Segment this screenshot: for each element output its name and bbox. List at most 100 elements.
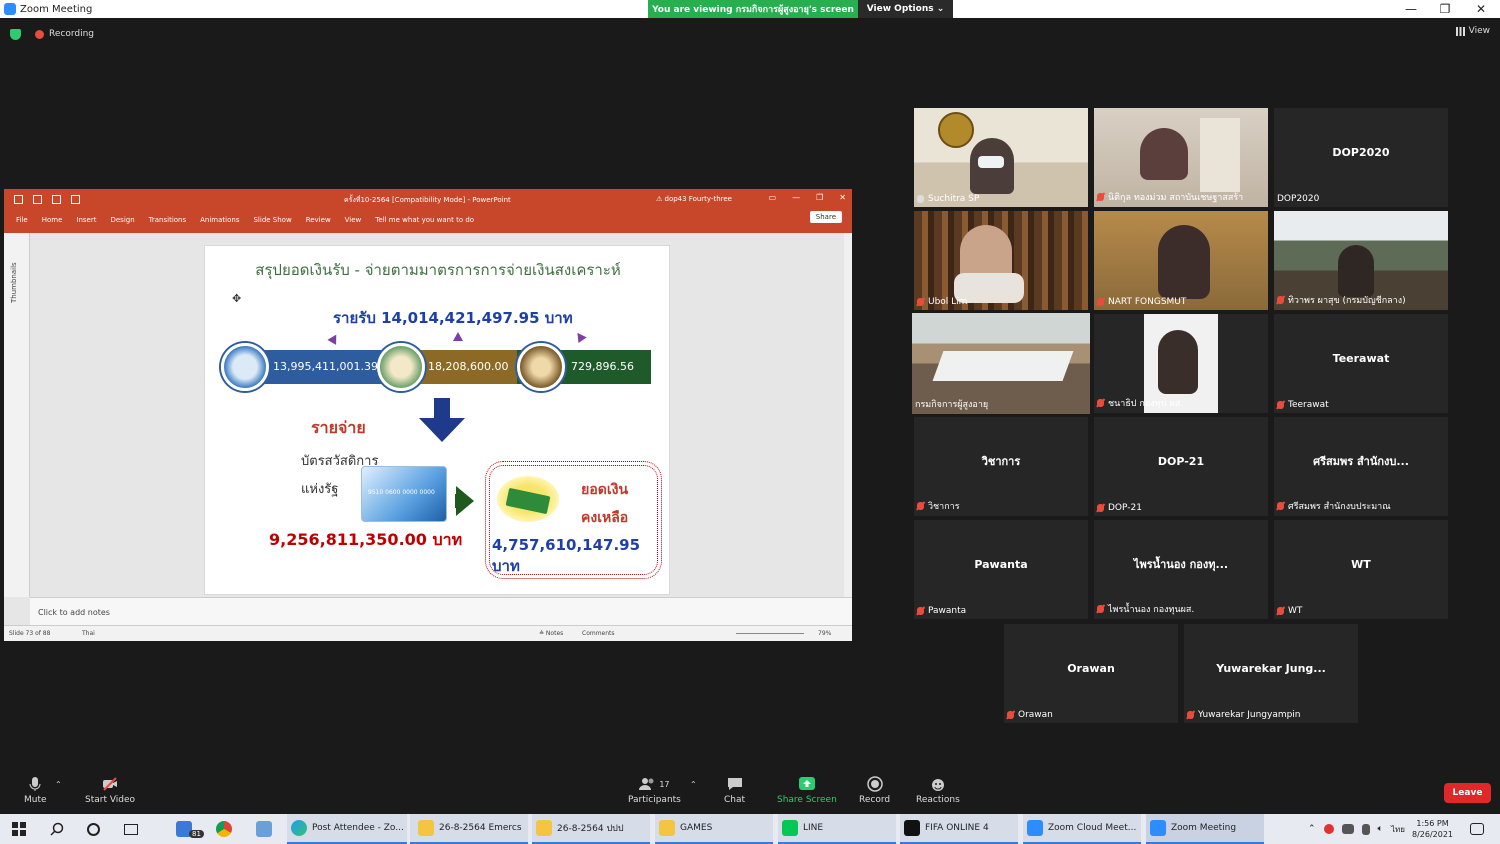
zoom-icon bbox=[1150, 820, 1166, 836]
taskbar-item-games[interactable]: GAMES bbox=[655, 814, 773, 844]
notification-button[interactable] bbox=[1470, 814, 1484, 844]
participant-tile[interactable]: Teerawat Teerawat bbox=[1274, 314, 1448, 413]
edge-icon bbox=[291, 820, 307, 836]
ppt-tab-animations[interactable]: Animations bbox=[200, 216, 239, 224]
ppt-tab-file[interactable]: File bbox=[16, 216, 28, 224]
ppt-tab-transitions[interactable]: Transitions bbox=[149, 216, 187, 224]
expense-label: รายจ่าย bbox=[311, 418, 366, 437]
ppt-vertical-scrollbar[interactable] bbox=[844, 233, 852, 597]
participant-tile[interactable]: Ubol Lim bbox=[914, 211, 1088, 310]
participant-tile[interactable]: ชนาธิป กองทุน ผส. bbox=[1094, 314, 1268, 413]
taskbar-app[interactable] bbox=[256, 814, 272, 844]
system-clock[interactable]: 1:56 PM 8/26/2021 bbox=[1412, 818, 1453, 840]
taskbar-item-folder-1[interactable]: 26-8-2564 Emercs bbox=[410, 814, 528, 844]
search-button[interactable] bbox=[50, 814, 64, 844]
participant-video bbox=[1094, 211, 1268, 310]
shield-icon[interactable] bbox=[10, 28, 21, 40]
ppt-notes-pane[interactable]: Click to add notes bbox=[30, 597, 852, 625]
participant-tile[interactable]: วิชาการ วิชาการ bbox=[914, 417, 1088, 516]
ppt-ribbon-options-icon[interactable]: ▭ bbox=[769, 193, 777, 202]
share-screen-button[interactable]: Share Screen bbox=[777, 776, 837, 805]
restore-button[interactable]: ❐ bbox=[1428, 0, 1462, 18]
share-screen-label: Share Screen bbox=[777, 795, 837, 805]
participant-tile[interactable]: DOP2020 DOP2020 bbox=[1274, 108, 1448, 207]
participant-tile[interactable]: Orawan Orawan bbox=[1004, 624, 1178, 723]
mute-button[interactable]: Mute bbox=[24, 776, 47, 805]
participant-tile[interactable]: ศรีสมพร สำนักงบ... ศรีสมพร สำนักงบประมาณ bbox=[1274, 417, 1448, 516]
participant-tile[interactable]: Pawanta Pawanta bbox=[914, 520, 1088, 619]
taskbar-item-fifa[interactable]: FIFA ONLINE 4 bbox=[900, 814, 1018, 844]
tray-app-icon[interactable] bbox=[1323, 824, 1334, 834]
taskbar-item-folder-2[interactable]: 26-8-2564 ปปป bbox=[532, 814, 650, 844]
government-seal-icon bbox=[221, 343, 269, 391]
participant-tile[interactable]: DOP-21 DOP-21 bbox=[1094, 417, 1268, 516]
ppt-tab-slideshow[interactable]: Slide Show bbox=[253, 216, 291, 224]
zoom-slider[interactable] bbox=[736, 633, 804, 634]
ppt-minimize-icon[interactable]: — bbox=[792, 193, 800, 202]
notes-toggle[interactable]: ≙ Notes bbox=[539, 630, 563, 637]
participant-name: ไพรน้ำนอง กองทุนผส. bbox=[1108, 605, 1195, 615]
emblem-icon bbox=[938, 112, 974, 148]
participant-tile[interactable]: ไพรน้ำนอง กองทุ... ไพรน้ำนอง กองทุนผส. bbox=[1094, 520, 1268, 619]
participant-label: Teerawat bbox=[1277, 400, 1329, 410]
ppt-tab-design[interactable]: Design bbox=[110, 216, 134, 224]
clock-date: 8/26/2021 bbox=[1412, 830, 1454, 839]
participant-video bbox=[914, 211, 1088, 310]
tray-chevron-icon[interactable]: ⌃ bbox=[1308, 824, 1316, 834]
participant-tile[interactable]: Suchitra SP bbox=[914, 108, 1088, 207]
participant-center-name: วิชาการ bbox=[981, 455, 1021, 468]
participant-tile[interactable]: NART FONGSMUT bbox=[1094, 211, 1268, 310]
view-button[interactable]: View bbox=[1455, 26, 1490, 36]
start-slideshow-icon[interactable] bbox=[71, 195, 80, 204]
chat-label: Chat bbox=[724, 795, 746, 805]
participant-label: Ubol Lim bbox=[917, 297, 967, 307]
ppt-menu-tabs: File Home Insert Design Transitions Anim… bbox=[16, 216, 474, 224]
ppt-restore-icon[interactable]: ❐ bbox=[816, 193, 823, 202]
ppt-tab-insert[interactable]: Insert bbox=[76, 216, 96, 224]
conference-table bbox=[932, 351, 1074, 381]
microphone-tray-icon[interactable] bbox=[1361, 823, 1370, 835]
participant-tile[interactable]: WT WT bbox=[1274, 520, 1448, 619]
network-icon[interactable] bbox=[1341, 824, 1354, 834]
ppt-tell-me[interactable]: Tell me what you want to do bbox=[375, 216, 474, 224]
participant-tile[interactable]: ทิวาพร ผาสุข (กรมบัญชีกลาง) bbox=[1274, 211, 1448, 310]
start-video-button[interactable]: Start Video bbox=[85, 776, 135, 805]
participant-tile-active-speaker[interactable]: กรมกิจการผู้สูงอายุ bbox=[912, 313, 1090, 414]
start-button[interactable] bbox=[12, 814, 26, 844]
minimize-button[interactable]: — bbox=[1394, 0, 1428, 18]
ppt-thumbnails-pane[interactable]: Thumbnails bbox=[4, 233, 30, 597]
close-button[interactable]: ✕ bbox=[1464, 0, 1498, 18]
participant-name: นิติกุล ทองม่วม สถาบันเชษฐาสสร้า bbox=[1108, 193, 1244, 203]
participant-tile[interactable]: Yuwarekar Jung... Yuwarekar Jungyampin bbox=[1184, 624, 1358, 723]
taskbar-chrome[interactable] bbox=[216, 814, 232, 844]
cortana-button[interactable] bbox=[87, 814, 100, 844]
ppt-tab-home[interactable]: Home bbox=[42, 216, 63, 224]
ppt-close-icon[interactable]: ✕ bbox=[839, 193, 846, 202]
thumbnails-label: Thumbnails bbox=[10, 262, 18, 303]
participants-button[interactable]: 17 Participants bbox=[628, 776, 681, 805]
record-button[interactable]: Record bbox=[859, 776, 890, 805]
view-options-button[interactable]: View Options ⌄ bbox=[858, 0, 953, 18]
taskbar-item-edge[interactable]: Post Attendee - Zo... bbox=[287, 814, 407, 844]
reactions-button[interactable]: Reactions bbox=[916, 776, 960, 805]
input-language[interactable]: ไทย bbox=[1391, 823, 1405, 836]
comments-toggle[interactable]: Comments bbox=[582, 630, 615, 637]
ppt-share-button[interactable]: Share bbox=[809, 211, 842, 223]
ppt-tab-review[interactable]: Review bbox=[306, 216, 331, 224]
task-view-button[interactable] bbox=[124, 814, 138, 844]
participant-tile[interactable]: นิติกุล ทองม่วม สถาบันเชษฐาสสร้า bbox=[1094, 108, 1268, 207]
taskbar-mail[interactable]: 81 bbox=[176, 814, 204, 844]
ppt-tab-view[interactable]: View bbox=[345, 216, 362, 224]
undo-icon[interactable] bbox=[33, 195, 42, 204]
audio-options-caret[interactable]: ⌃ bbox=[55, 780, 62, 789]
redo-icon[interactable] bbox=[52, 195, 61, 204]
taskbar-item-zoom-meeting[interactable]: Zoom Meeting bbox=[1146, 814, 1264, 844]
participants-options-caret[interactable]: ⌃ bbox=[690, 780, 697, 789]
chat-button[interactable]: Chat bbox=[724, 776, 745, 805]
leave-button[interactable]: Leave bbox=[1444, 783, 1491, 803]
taskbar-item-zoom-cloud[interactable]: Zoom Cloud Meet... bbox=[1023, 814, 1141, 844]
save-icon[interactable] bbox=[14, 195, 23, 204]
taskbar-item-line[interactable]: LINE bbox=[778, 814, 896, 844]
volume-icon[interactable]: 🔈︎ bbox=[1378, 824, 1383, 834]
zoom-level[interactable]: 79% bbox=[818, 630, 831, 637]
